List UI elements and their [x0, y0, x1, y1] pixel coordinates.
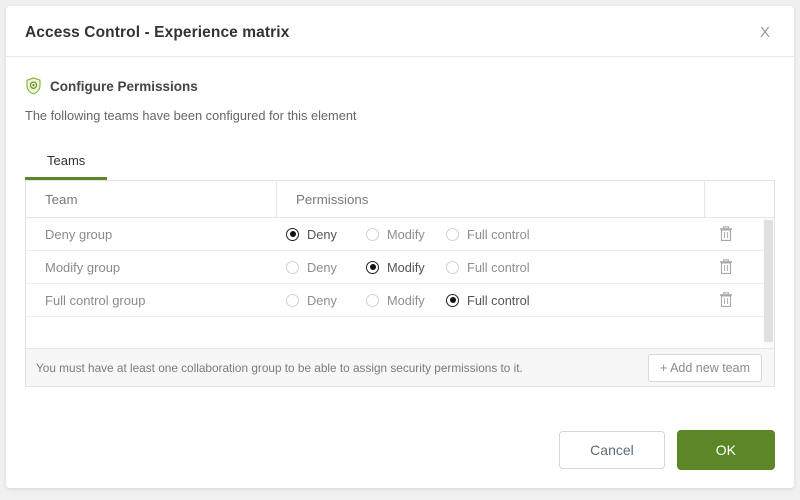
team-name: Modify group: [45, 259, 121, 275]
radio-label: Deny: [307, 292, 337, 308]
radio-indicator[interactable]: [446, 260, 459, 274]
radio-indicator[interactable]: [286, 227, 299, 241]
table-body: Deny group Deny Modify Full control Modi…: [26, 218, 774, 317]
permission-radio-group: Deny Modify Full control: [277, 227, 705, 242]
footer-note: You must have at least one collaboration…: [36, 360, 523, 375]
radio-label: Full control: [467, 259, 530, 275]
radio-option-modify[interactable]: Modify: [366, 260, 446, 275]
table-row: Modify group Deny Modify Full control: [26, 251, 774, 284]
column-header-permissions: Permissions: [277, 181, 705, 217]
radio-indicator[interactable]: [446, 293, 459, 307]
radio-option-deny[interactable]: Deny: [286, 260, 366, 275]
radio-label: Deny: [307, 226, 337, 242]
teams-table: Team Permissions Deny group Deny Modify …: [25, 180, 775, 387]
radio-option-modify[interactable]: Modify: [366, 293, 446, 308]
radio-label: Deny: [307, 259, 337, 275]
table-header-row: Team Permissions: [26, 181, 774, 218]
radio-indicator[interactable]: [286, 260, 299, 274]
permission-radio-group: Deny Modify Full control: [277, 260, 705, 275]
radio-option-full-control[interactable]: Full control: [446, 293, 566, 308]
dialog-title: Access Control - Experience matrix: [25, 24, 290, 41]
radio-label: Modify: [387, 292, 425, 308]
dialog-titlebar: Access Control - Experience matrix X: [6, 6, 794, 57]
section-title: Configure Permissions: [50, 78, 198, 94]
section-subtitle: The following teams have been configured…: [25, 108, 357, 123]
close-icon[interactable]: X: [754, 22, 776, 44]
permission-radio-group: Deny Modify Full control: [277, 293, 705, 308]
shield-icon: [26, 77, 41, 95]
table-row: Full control group Deny Modify Full cont…: [26, 284, 774, 317]
team-name: Full control group: [45, 292, 146, 308]
radio-option-deny[interactable]: Deny: [286, 293, 366, 308]
radio-indicator[interactable]: [366, 260, 379, 274]
trash-icon[interactable]: [717, 258, 735, 276]
configure-permissions-header: Configure Permissions: [25, 77, 775, 95]
trash-icon[interactable]: [717, 225, 735, 243]
team-name: Deny group: [45, 226, 113, 242]
table-row: Deny group Deny Modify Full control: [26, 218, 774, 251]
dialog-footer: Cancel OK: [559, 430, 775, 470]
radio-label: Full control: [467, 226, 530, 242]
trash-icon[interactable]: [717, 291, 735, 309]
ok-button[interactable]: OK: [676, 430, 775, 470]
access-control-dialog: Access Control - Experience matrix X Con…: [6, 6, 794, 488]
table-footer: You must have at least one collaboration…: [26, 348, 774, 386]
cancel-button[interactable]: Cancel: [559, 431, 665, 469]
radio-indicator[interactable]: [446, 227, 459, 241]
radio-indicator[interactable]: [286, 293, 299, 307]
table-scrollbar-thumb[interactable]: [764, 220, 773, 342]
tab-teams[interactable]: Teams: [25, 153, 108, 180]
radio-label: Modify: [387, 259, 425, 275]
radio-option-modify[interactable]: Modify: [366, 227, 446, 242]
radio-label: Full control: [467, 292, 530, 308]
radio-option-deny[interactable]: Deny: [286, 227, 366, 242]
radio-option-full-control[interactable]: Full control: [446, 260, 566, 275]
radio-indicator[interactable]: [366, 293, 379, 307]
column-header-actions: [705, 181, 774, 217]
radio-option-full-control[interactable]: Full control: [446, 227, 566, 242]
radio-indicator[interactable]: [366, 227, 379, 241]
dialog-body: Configure Permissions The following team…: [6, 77, 794, 387]
tab-bar: Teams: [25, 149, 775, 180]
radio-label: Modify: [387, 226, 425, 242]
column-header-team: Team: [26, 181, 277, 217]
add-new-team-button[interactable]: + Add new team: [648, 353, 762, 382]
